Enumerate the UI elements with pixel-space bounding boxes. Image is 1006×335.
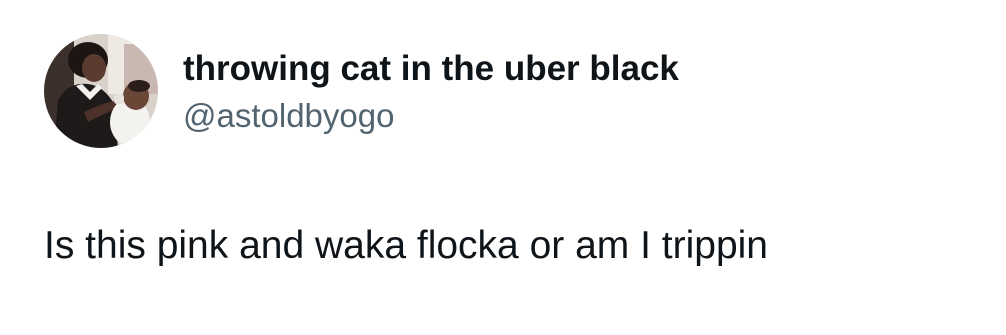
tweet-card: throwing cat in the uber black @astoldby… [0, 0, 1006, 335]
author-avatar[interactable] [44, 34, 158, 148]
tweet-text: Is this pink and waka flocka or am I tri… [44, 224, 768, 267]
author-handle[interactable]: @astoldbyogo [183, 96, 394, 136]
profile-photo-icon [44, 34, 158, 148]
author-display-name[interactable]: throwing cat in the uber black [183, 48, 679, 90]
